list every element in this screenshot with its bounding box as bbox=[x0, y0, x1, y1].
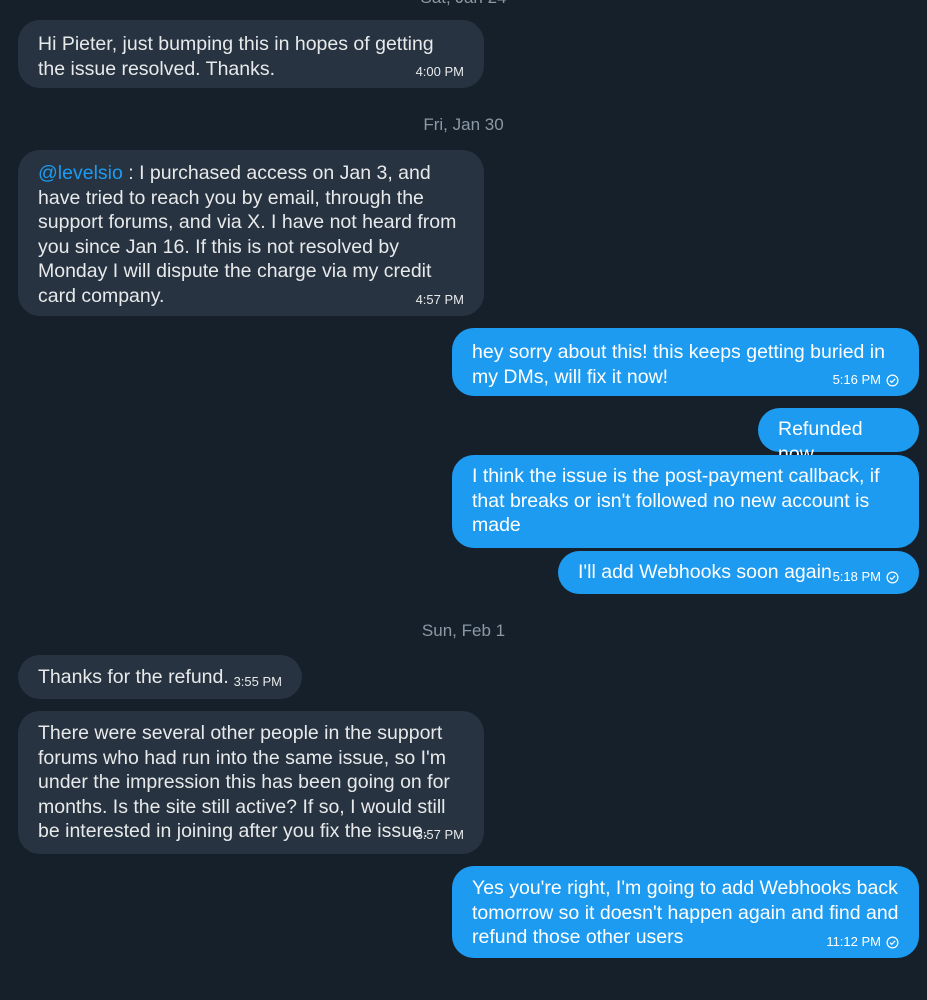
message-meta: 11:12 PM bbox=[826, 934, 899, 950]
message-text: hey sorry about this! this keeps getting… bbox=[472, 341, 885, 388]
seen-check-icon bbox=[886, 374, 899, 386]
message-text: There were several other people in the s… bbox=[38, 722, 450, 842]
message-meta: 5:16 PM bbox=[833, 372, 899, 388]
outgoing-message[interactable]: Refunded now bbox=[758, 408, 919, 465]
message-meta: 5:18 PM bbox=[833, 569, 899, 585]
incoming-message[interactable]: Hi Pieter, just bumping this in hopes of… bbox=[18, 20, 484, 88]
message-text: Hi Pieter, just bumping this in hopes of… bbox=[38, 33, 434, 80]
message-time: 4:57 PM bbox=[415, 292, 464, 307]
message-text: Thanks for the refund. bbox=[38, 666, 229, 688]
date-separator: Fri, Jan 30 bbox=[423, 115, 504, 134]
message-time: 11:12 PM bbox=[826, 934, 881, 949]
outgoing-message[interactable]: I'll add Webhooks soon again 5:18 PM bbox=[558, 551, 919, 594]
message-time: 5:18 PM bbox=[832, 569, 881, 584]
outgoing-message[interactable]: hey sorry about this! this keeps getting… bbox=[452, 328, 919, 396]
message-time: 5:16 PM bbox=[832, 372, 881, 387]
message-time: 4:00 PM bbox=[415, 64, 464, 79]
message-text: I'll add Webhooks soon again bbox=[578, 561, 832, 583]
message-time: 3:57 PM bbox=[415, 827, 464, 842]
message-text: I think the issue is the post-payment ca… bbox=[472, 465, 880, 536]
seen-check-icon bbox=[886, 571, 899, 583]
mention-link[interactable]: @levelsio bbox=[38, 162, 123, 184]
message-time: 3:55 PM bbox=[233, 674, 282, 689]
date-separator: Sat, Jan 24 bbox=[0, 0, 927, 8]
date-separator: Sun, Feb 1 bbox=[421, 621, 506, 640]
seen-check-icon bbox=[886, 936, 899, 948]
outgoing-message[interactable]: Yes you're right, I'm going to add Webho… bbox=[452, 866, 919, 958]
incoming-message[interactable]: There were several other people in the s… bbox=[18, 711, 484, 854]
outgoing-message[interactable]: I think the issue is the post-payment ca… bbox=[452, 455, 919, 548]
incoming-message[interactable]: @levelsio : I purchased access on Jan 3,… bbox=[18, 150, 484, 316]
incoming-message[interactable]: Thanks for the refund. 3:55 PM bbox=[18, 655, 302, 699]
